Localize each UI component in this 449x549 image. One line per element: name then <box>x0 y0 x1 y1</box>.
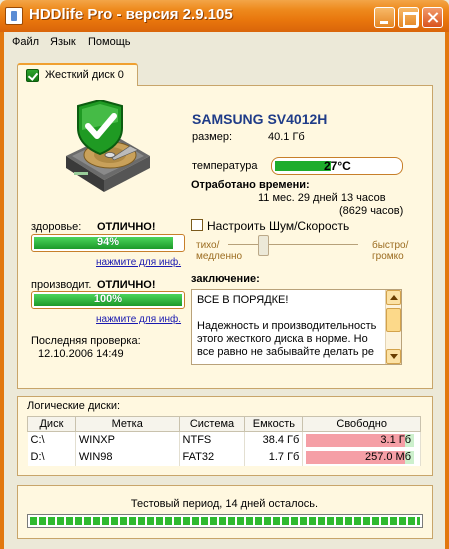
close-button[interactable] <box>422 7 443 28</box>
health-percent: 94% <box>96 236 120 248</box>
noise-speed-checkbox[interactable] <box>191 219 203 231</box>
fs-cell: NTFS <box>179 431 246 449</box>
hard-drive-shield-icon <box>66 100 150 192</box>
performance-info-link[interactable]: нажмите для инф. <box>96 314 181 325</box>
free-value: 3.1 Гб <box>380 434 411 447</box>
window-frame-right <box>445 52 449 549</box>
disk-cell: C:\ <box>27 431 76 449</box>
fs-cell: FAT32 <box>179 448 246 466</box>
tab-hard-disk-0[interactable]: Жесткий диск 0 <box>17 63 138 86</box>
last-check-value: 12.10.2006 14:49 <box>38 348 124 360</box>
scroll-down-icon[interactable] <box>386 349 401 364</box>
disk-cell: D:\ <box>27 448 76 466</box>
size-value: 40.1 Гб <box>268 131 305 143</box>
health-label: здоровье: <box>31 221 82 233</box>
uptime-label: Отработано времени: <box>191 179 310 191</box>
temperature-bar-fill <box>275 161 331 171</box>
menu-language[interactable]: Язык <box>50 36 76 48</box>
trial-panel <box>17 485 433 539</box>
health-info-link[interactable]: нажмите для инф. <box>96 257 181 268</box>
label-cell: WIN98 <box>75 448 180 466</box>
title-bar[interactable]: HDDlife Pro - версия 2.9.105 <box>0 0 449 32</box>
conclusion-scrollbar[interactable] <box>385 290 401 364</box>
conclusion-line-1: ВСЕ В ПОРЯДКЕ! <box>197 294 289 306</box>
noise-slider-track[interactable] <box>228 244 358 245</box>
logical-disks-title: Логические диски: <box>27 400 121 412</box>
table-row[interactable]: D:\ WIN98 FAT32 1.7 Гб 257.0 Мб <box>27 448 421 466</box>
health-status: ОТЛИЧНО! <box>97 221 156 233</box>
menu-file[interactable]: Файл <box>12 36 39 48</box>
shield-check-icon <box>26 69 39 82</box>
table-row[interactable]: C:\ WINXP NTFS 38.4 Гб 3.1 Гб <box>27 431 421 449</box>
menu-bar: Файл Язык Помощь <box>0 32 449 52</box>
hddlife-app-icon <box>5 7 23 25</box>
capacity-cell: 1.7 Гб <box>244 448 304 466</box>
window-title: HDDlife Pro - версия 2.9.105 <box>29 6 233 23</box>
scroll-up-icon[interactable] <box>386 290 401 305</box>
trial-progress-bar <box>27 514 423 528</box>
col-fs[interactable]: Система <box>178 416 246 432</box>
temperature-label: температура <box>192 160 258 172</box>
trial-text: Тестовый период, 14 дней осталось. <box>130 498 319 510</box>
conclusion-line-2: Надежность и производительность этого же… <box>197 320 377 358</box>
scroll-thumb[interactable] <box>386 308 401 332</box>
free-cell: 3.1 Гб <box>302 431 421 449</box>
free-cell: 257.0 Мб <box>302 448 421 466</box>
uptime-value: 11 мес. 29 дней 13 часов <box>258 192 386 204</box>
logical-disks-table: Диск Метка Система Емкость Свободно C:\ … <box>27 416 421 466</box>
temperature-value: 27°C <box>324 159 351 173</box>
temperature-indicator: 27°C <box>271 157 403 175</box>
maximize-button[interactable] <box>398 7 419 28</box>
col-label[interactable]: Метка <box>74 416 180 432</box>
drive-model: SAMSUNG SV4012H <box>192 111 328 127</box>
slider-quiet-label-2: медленно <box>196 251 243 262</box>
window-frame-left <box>0 52 4 549</box>
last-check-label: Последняя проверка: <box>31 335 141 347</box>
slider-quiet-label-1: тихо/ <box>196 240 220 251</box>
performance-status: ОТЛИЧНО! <box>97 279 156 291</box>
slider-loud-label-2: громко <box>372 251 404 262</box>
col-disk[interactable]: Диск <box>27 416 76 432</box>
col-capacity[interactable]: Емкость <box>244 416 304 432</box>
menu-help[interactable]: Помощь <box>88 36 131 48</box>
free-value: 257.0 Мб <box>364 451 411 463</box>
conclusion-text: ВСЕ В ПОРЯДКЕ! Надежность и производител… <box>197 294 382 359</box>
tab-label: Жесткий диск 0 <box>45 69 124 81</box>
minimize-button[interactable] <box>374 7 395 28</box>
capacity-cell: 38.4 Гб <box>244 431 304 449</box>
health-bar: 94% <box>31 234 185 252</box>
noise-speed-label[interactable]: Настроить Шум/Скорость <box>207 219 349 233</box>
trial-progress-fill <box>30 517 420 525</box>
performance-percent: 100% <box>93 293 123 305</box>
performance-bar: 100% <box>31 291 185 309</box>
conclusion-label: заключение: <box>191 273 260 285</box>
col-free[interactable]: Свободно <box>302 416 421 432</box>
noise-slider-thumb[interactable] <box>258 235 269 256</box>
slider-loud-label-1: быстро/ <box>372 240 409 251</box>
performance-label: производит. <box>31 279 92 291</box>
conclusion-text-box[interactable]: ВСЕ В ПОРЯДКЕ! Надежность и производител… <box>191 289 402 365</box>
label-cell: WINXP <box>75 431 180 449</box>
size-label: размер: <box>192 131 233 143</box>
uptime-hours: (8629 часов) <box>339 205 404 217</box>
